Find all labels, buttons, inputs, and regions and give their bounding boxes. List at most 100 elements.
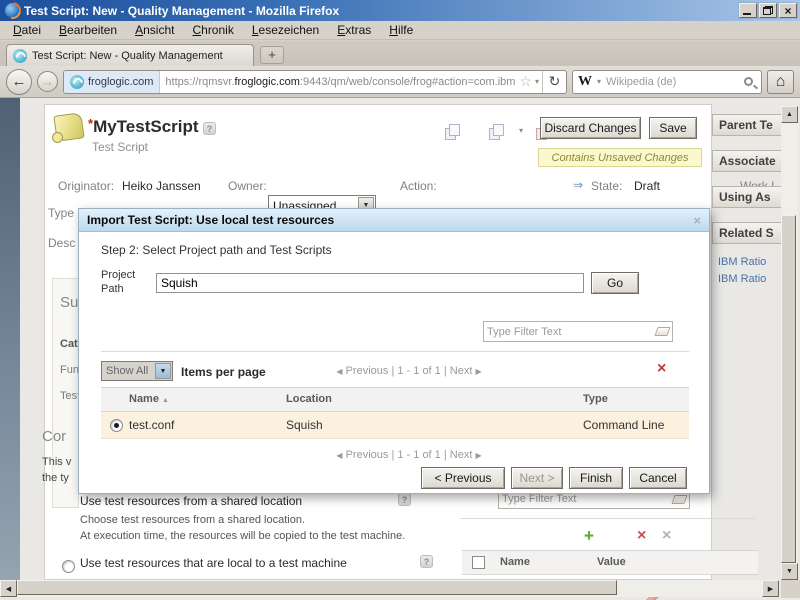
scroll-down-icon[interactable]: ▼ [781, 563, 798, 580]
category-label-fragment: Cat [60, 338, 79, 350]
home-button[interactable]: ⌂ [767, 70, 794, 94]
last-page-icon[interactable]: ▶ [475, 451, 481, 460]
close-button[interactable]: × [779, 3, 797, 18]
scroll-right-icon[interactable]: ▶ [762, 580, 779, 597]
bookmark-star-icon[interactable]: ☆ [519, 73, 532, 90]
duplicate-icon[interactable] [489, 124, 504, 139]
forward-button[interactable]: → [37, 71, 58, 92]
sidebar-link-ibm-1[interactable]: IBM Ratio [718, 256, 782, 268]
first-page-icon[interactable]: ◀ [336, 367, 342, 376]
page-size-select[interactable]: Show All▼ [101, 361, 173, 381]
shared-location-desc-1: Choose test resources from a shared loca… [80, 514, 305, 526]
site-identity-label: froglogic.com [88, 76, 153, 88]
scroll-left-icon[interactable]: ◀ [0, 580, 17, 597]
project-path-label-line1: Project [101, 269, 135, 281]
urlbar-dropdown-icon[interactable]: ▾ [532, 77, 542, 86]
import-test-script-dialog: Import Test Script: Use local test resou… [78, 208, 710, 494]
resources-filter-input[interactable] [502, 493, 673, 505]
new-tab-button[interactable]: + [260, 46, 284, 64]
search-icon[interactable] [744, 77, 753, 86]
last-page-icon[interactable]: ▶ [475, 367, 481, 376]
close-list-icon[interactable]: × [657, 361, 666, 377]
minimize-button[interactable] [739, 3, 757, 18]
toolbar-dropdown-icon[interactable]: ▾ [516, 126, 526, 135]
sidebar-section-using[interactable]: Using As [712, 186, 782, 208]
dialog-button-row: < Previous Next > Finish Cancel [421, 467, 687, 489]
vertical-scrollbar[interactable]: ▲ ▼ [781, 106, 798, 580]
test-script-icon [50, 112, 84, 144]
search-engine-dropdown-icon[interactable]: ▾ [594, 77, 604, 86]
cell-type: Command Line [583, 418, 664, 432]
remove-icon[interactable]: × [637, 528, 646, 544]
state-arrow-icon: ⇒ [573, 178, 583, 192]
column-name[interactable]: Name ▲ [129, 393, 169, 405]
save-button[interactable]: Save [649, 117, 697, 139]
search-bar[interactable]: W ▾ [572, 70, 762, 94]
table-row-test-conf[interactable]: test.conf Squish Command Line [101, 412, 689, 439]
summary-heading-fragment: Su [60, 294, 79, 311]
cell-location: Squish [286, 418, 323, 432]
discard-changes-button[interactable]: Discard Changes [540, 117, 641, 139]
dialog-filter-input[interactable] [487, 326, 656, 338]
menu-extras[interactable]: Extras [328, 22, 380, 38]
column-location[interactable]: Location [286, 393, 332, 405]
content-text-fragment-2: the ty [42, 472, 79, 484]
content-text-fragment-1: This v [42, 456, 79, 468]
project-path-input[interactable] [156, 273, 584, 293]
horizontal-scrollbar[interactable]: ◀ ▶ [0, 580, 779, 597]
vertical-scroll-thumb[interactable] [781, 215, 796, 563]
help-icon[interactable]: ? [420, 555, 433, 568]
go-button[interactable]: Go [591, 272, 639, 294]
site-identity-chip[interactable]: froglogic.com [64, 71, 160, 93]
select-all-checkbox[interactable] [472, 556, 485, 569]
pagination-top: ◀ Previous | 1 - 1 of 1 | Next ▶ [284, 365, 534, 377]
pagination-bottom: ◀ Previous | 1 - 1 of 1 | Next ▶ [284, 449, 534, 461]
back-button[interactable]: ← [6, 69, 32, 95]
sidebar-section-parent[interactable]: Parent Te [712, 114, 782, 136]
menu-ansicht[interactable]: Ansicht [126, 22, 183, 38]
firefox-window: Test Script: New - Quality Management - … [0, 0, 800, 600]
row-select-radio[interactable] [110, 419, 123, 432]
wikipedia-engine-icon[interactable]: W [578, 74, 592, 90]
menu-hilfe[interactable]: Hilfe [380, 22, 422, 38]
scripts-table-header: Name ▲ Location Type [101, 387, 689, 412]
first-page-icon[interactable]: ◀ [336, 451, 342, 460]
dialog-titlebar: Import Test Script: Use local test resou… [79, 209, 709, 232]
next-page-link[interactable]: Next [450, 449, 473, 461]
menu-lesezeichen[interactable]: Lesezeichen [243, 22, 328, 38]
dialog-close-icon[interactable]: × [693, 213, 701, 228]
previous-page-link[interactable]: Previous [346, 365, 389, 377]
clear-filter-icon[interactable] [671, 495, 687, 504]
restore-button[interactable] [759, 3, 777, 18]
minimize-icon [743, 13, 751, 15]
next-page-link[interactable]: Next [450, 365, 473, 377]
dialog-title: Import Test Script: Use local test resou… [87, 213, 693, 227]
previous-page-link[interactable]: Previous [346, 449, 389, 461]
url-text[interactable]: https://rqmsvr.froglogic.com:9443/qm/web… [160, 76, 519, 88]
scroll-up-icon[interactable]: ▲ [781, 106, 798, 123]
horizontal-scroll-thumb[interactable] [17, 580, 617, 595]
sidebar-link-ibm-2[interactable]: IBM Ratio [718, 273, 782, 285]
help-icon[interactable]: ? [203, 122, 216, 135]
sidebar-section-related[interactable]: Related S [712, 222, 782, 244]
help-icon[interactable]: ? [398, 493, 411, 506]
window-title: Test Script: New - Quality Management - … [24, 4, 739, 18]
add-icon[interactable]: + [584, 528, 594, 544]
search-input[interactable] [606, 76, 742, 88]
url-bar[interactable]: froglogic.com https://rqmsvr.froglogic.c… [63, 70, 567, 94]
reload-button[interactable]: ↻ [542, 71, 566, 93]
shared-location-radio[interactable] [62, 560, 75, 573]
cancel-button[interactable]: Cancel [629, 467, 687, 489]
vertical-scroll-track[interactable] [781, 123, 798, 563]
horizontal-scroll-track[interactable] [17, 580, 762, 597]
copy-icon[interactable] [445, 124, 460, 139]
menu-datei[interactable]: Datei [4, 22, 50, 38]
previous-step-button[interactable]: < Previous [421, 467, 505, 489]
clear-filter-icon[interactable] [654, 327, 670, 336]
tab-test-script[interactable]: Test Script: New - Quality Management [6, 44, 254, 66]
column-type[interactable]: Type [583, 393, 608, 405]
menu-bearbeiten[interactable]: Bearbeiten [50, 22, 126, 38]
sidebar-section-associate[interactable]: Associate [712, 150, 782, 172]
finish-button[interactable]: Finish [569, 467, 623, 489]
menu-chronik[interactable]: Chronik [183, 22, 242, 38]
